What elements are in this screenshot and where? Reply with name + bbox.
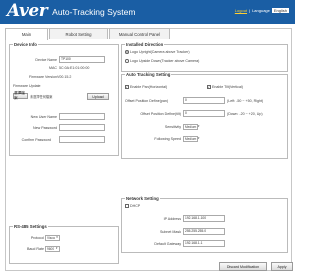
chevron-down-icon: ▼ [55,247,58,250]
checkbox-checked-icon[interactable]: ✓ [125,85,129,89]
new-password-label: New Password [33,125,57,130]
enable-tilt-option[interactable]: ✓ Enable Tilt(Vertical) [207,85,243,89]
app-logo: Aver Auto-Tracking System [7,3,135,20]
discard-modification-button[interactable]: Discard Modification [219,262,267,271]
enable-pan-label: Enable Pan(Horizontal) [130,85,168,89]
sensitivity-value: Medium [185,125,197,129]
baud-rate-value: 9600 [47,247,55,251]
installed-direction-section: Installed Direction [121,42,288,72]
baud-rate-select[interactable]: 9600 ▼ [45,246,60,252]
auto-tracking-legend: Auto Tracking Setting [125,72,172,77]
offset-pan-field[interactable]: 0 [183,97,225,104]
following-speed-select[interactable]: Medium ▼ [183,136,200,142]
offset-tilt-label: Offset Position Define(tilt) [140,111,181,116]
offset-pan-hint: (Left: -50 ~ +50, Right) [227,98,264,103]
chevron-down-icon: ▼ [197,137,200,140]
direction-option-upside-down[interactable]: Logo Upside Down(Tracker above Camera) [125,59,199,63]
rs485-legend: RS-485 Settings [13,224,48,229]
new-user-field[interactable] [59,113,105,120]
device-info-legend: Device Info [13,42,38,47]
header-bar: Aver Auto-Tracking System Logout | Langu… [0,0,295,24]
sensitivity-label: Sensitivity [164,125,181,129]
protocol-select[interactable]: Visca ▼ [45,235,60,241]
offset-pan-label: Offset Position Define(pan) [125,98,169,103]
radio-checked-icon[interactable] [125,50,129,54]
choose-file-button[interactable]: 選擇檔案 [13,91,28,100]
logout-link[interactable]: Logout [235,8,247,13]
following-speed-value: Medium [185,137,197,141]
firmware-update-label: Firmware Update [13,84,41,88]
new-user-label: New User Name [30,114,57,119]
firmware-version-value: V00.15.2 [57,75,72,79]
checkbox-unchecked-icon[interactable] [125,204,129,208]
rs485-section: RS-485 Settings [9,224,119,264]
protocol-value: Visca [47,236,55,240]
enable-pan-option[interactable]: ✓ Enable Pan(Horizontal) [125,85,167,89]
subnet-mask-label: Subnet Mask [160,229,181,234]
chevron-down-icon: ▼ [55,236,59,239]
tab-bar: Main Robot Setting Manual Control Panel [5,28,171,40]
radio-unchecked-icon[interactable] [125,59,129,63]
confirm-password-field[interactable] [59,136,105,143]
enable-tilt-label: Enable Tilt(Vertical) [212,85,243,89]
app-title: Auto-Tracking System [52,6,136,17]
network-legend: Network Setting [125,196,160,201]
chevron-down-icon: ▼ [197,125,200,128]
default-gateway-label: Default Gateway [154,241,181,246]
following-speed-label: Following Speed [154,137,181,141]
device-name-field[interactable]: TP100 [59,56,105,63]
header-links: Logout | Language English [235,8,289,13]
sensitivity-select[interactable]: Medium ▼ [183,124,200,130]
direction-option-upside-down-label: Logo Upside Down(Tracker above Camera) [130,59,200,63]
upload-button[interactable]: Upload [87,93,109,100]
ip-address-label: IP Address [163,216,181,221]
offset-tilt-hint: (Down: -20 ~ +20, Up) [227,111,263,116]
aver-logo: Aver [7,1,48,21]
installed-direction-legend: Installed Direction [125,42,165,47]
tab-robot-setting[interactable]: Robot Setting [49,28,108,39]
baud-rate-label: Baud Rate [27,247,44,251]
tab-manual-control-panel[interactable]: Manual Control Panel [109,28,170,39]
no-file-chosen-text: 未選擇任何檔案 [30,94,53,99]
language-label: Language [252,8,270,13]
ip-address-field[interactable]: 192.168.1.100 [183,215,225,222]
new-password-field[interactable] [59,124,105,131]
checkbox-checked-icon[interactable]: ✓ [207,85,211,89]
offset-tilt-field[interactable]: 0 [183,110,225,117]
language-select[interactable]: English [271,8,289,13]
default-gateway-field[interactable]: 192.168.1.1 [183,240,225,247]
dhcp-label: DHCP [130,204,141,208]
subnet-mask-field[interactable]: 255.255.255.0 [183,228,225,235]
apply-button[interactable]: Apply [271,262,293,271]
mac-value: 5C:0A:E1:01:00:00 [59,66,90,70]
direction-option-upright[interactable]: Logo Upright(Camera above Tracker) [125,50,190,54]
header-separator: | [249,8,251,13]
firmware-version-label: Firmware Version [29,75,57,79]
mac-label: MAC [49,66,57,70]
dhcp-option[interactable]: DHCP [125,204,140,208]
tab-main[interactable]: Main [5,28,48,40]
protocol-label: Protocol [30,236,44,240]
direction-option-upright-label: Logo Upright(Camera above Tracker) [130,50,190,54]
confirm-password-label: Confirm Password [21,137,51,142]
device-name-label: Device Name [35,57,57,62]
